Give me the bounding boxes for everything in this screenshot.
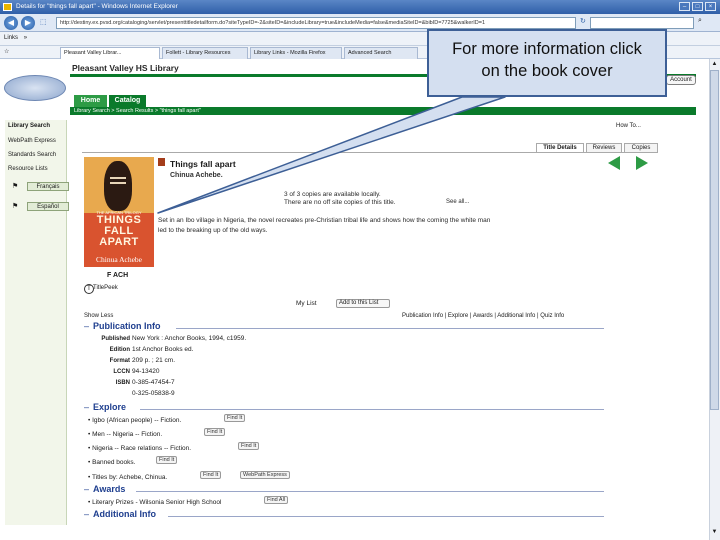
callout-text: For more information click on the book c… [427, 38, 667, 82]
callout-line-2: on the book cover [481, 62, 613, 80]
callout-line-1: For more information click [452, 40, 642, 58]
